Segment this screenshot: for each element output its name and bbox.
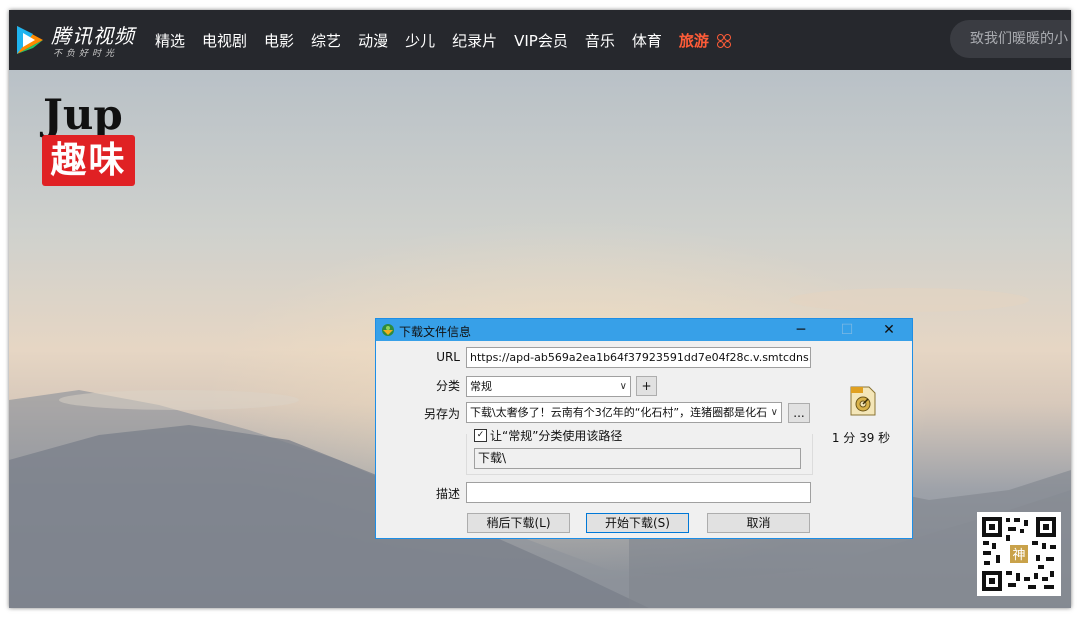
- url-input[interactable]: https://apd-ab569a2ea1b64f37923591dd7e04…: [466, 347, 811, 368]
- duration-text: 1 分 39 秒: [831, 431, 891, 445]
- dialog-title: 下载文件信息: [399, 325, 472, 339]
- nav-item-travel[interactable]: 旅游: [678, 30, 732, 51]
- chevron-down-icon: ∨: [619, 381, 627, 392]
- nav-menu: 精选 电视剧 电影 综艺 动漫 少儿 纪录片 VIP会员 音乐 体育 旅游: [155, 10, 748, 70]
- save-as-label: 另存为: [423, 407, 460, 421]
- qr-code: 神: [977, 512, 1061, 596]
- nav-item-featured[interactable]: 精选: [155, 30, 185, 51]
- use-path-label: 让“常规”分类使用该路径: [490, 429, 623, 443]
- path-display: 下载\: [474, 448, 801, 469]
- watermark-jup: Jup: [43, 90, 123, 139]
- nav-item-kids[interactable]: 少儿: [405, 30, 435, 51]
- brand-name[interactable]: 腾讯视频: [51, 20, 135, 49]
- nav-item-music[interactable]: 音乐: [585, 30, 615, 51]
- nav-item-vip[interactable]: VIP会员: [514, 30, 568, 51]
- maximize-button: ☐: [840, 322, 854, 338]
- search-input[interactable]: 致我们暖暖的小: [950, 20, 1071, 58]
- use-path-checkbox[interactable]: ✓ 让“常规”分类使用该路径: [474, 427, 622, 444]
- video-file-icon: [850, 386, 876, 416]
- idm-app-icon: [382, 324, 394, 336]
- category-value: 常规: [470, 380, 492, 393]
- nav-item-variety[interactable]: 综艺: [311, 30, 341, 51]
- checkmark-icon[interactable]: ✓: [474, 429, 487, 442]
- nav-item-sports[interactable]: 体育: [632, 30, 662, 51]
- cancel-button[interactable]: 取消: [707, 513, 810, 533]
- chevron-down-icon: ∨: [768, 403, 778, 422]
- nav-item-documentary[interactable]: 纪录片: [452, 30, 497, 51]
- start-download-button[interactable]: 开始下载(S): [586, 513, 689, 533]
- description-input[interactable]: [466, 482, 811, 503]
- qr-center-char: 神: [1012, 548, 1025, 563]
- qr-code-icon: 神: [982, 517, 1056, 591]
- watermark-quwei: 趣味: [42, 135, 135, 186]
- tencent-video-logo-icon[interactable]: [11, 22, 47, 58]
- minimize-button[interactable]: ─: [778, 319, 824, 341]
- close-button[interactable]: ✕: [866, 319, 912, 341]
- nav-item-travel-label: 旅游: [678, 31, 709, 50]
- download-later-button[interactable]: 稍后下载(L): [467, 513, 570, 533]
- save-as-value: 下载\太奢侈了！云南有个3亿年的“化石村”，连猪圈都是化石: [470, 406, 768, 419]
- url-label: URL: [436, 350, 460, 364]
- top-nav-bar: 腾讯视频 不负好时光 精选 电视剧 电影 综艺 动漫 少儿 纪录片 VIP会员 …: [9, 10, 1071, 70]
- nav-item-anime[interactable]: 动漫: [358, 30, 388, 51]
- category-label: 分类: [435, 379, 460, 393]
- category-select[interactable]: 常规 ∨: [466, 376, 631, 397]
- nav-item-movies[interactable]: 电影: [264, 30, 294, 51]
- description-label: 描述: [435, 487, 460, 501]
- more-dots-icon[interactable]: [717, 34, 732, 48]
- download-dialog: 下载文件信息 ─ ☐ ✕ URL https://apd-ab569a2ea1b…: [375, 318, 913, 539]
- nav-item-tv-series[interactable]: 电视剧: [202, 30, 247, 51]
- add-category-button[interactable]: +: [636, 376, 657, 396]
- browse-button[interactable]: ...: [788, 403, 810, 423]
- save-as-select[interactable]: 下载\太奢侈了！云南有个3亿年的“化石村”，连猪圈都是化石 ∨: [466, 402, 782, 423]
- dialog-titlebar[interactable]: 下载文件信息 ─ ☐ ✕: [376, 319, 912, 341]
- brand-slogan: 不负好时光: [53, 49, 119, 59]
